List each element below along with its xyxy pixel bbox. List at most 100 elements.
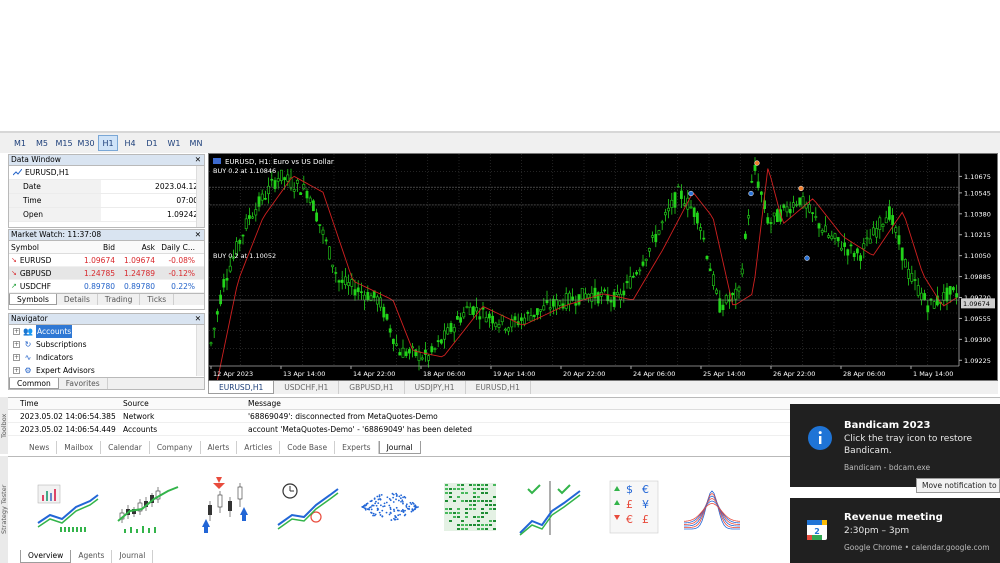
scatter-point [395, 506, 398, 509]
tab-journal[interactable]: Journal [112, 550, 154, 563]
ask-price: 1.24789 [123, 269, 155, 278]
candle-body [900, 247, 904, 261]
tab-company[interactable]: Company [150, 441, 201, 454]
scatter-point [396, 494, 398, 496]
candle-body [897, 235, 901, 245]
grid-cell [485, 500, 488, 502]
close-icon[interactable]: ✕ [195, 314, 204, 324]
expand-icon[interactable]: + [13, 367, 20, 374]
market-watch-row[interactable]: ↗ USDCHF 0.89780 0.89780 0.22% [9, 280, 204, 293]
tab-trading[interactable]: Trading [98, 294, 141, 305]
candle-body [433, 348, 437, 350]
grid-cell [481, 512, 484, 514]
timeframe-h4-button[interactable]: H4 [120, 135, 140, 151]
complete-algorithm-tile[interactable] [438, 477, 502, 537]
candle-body [651, 235, 655, 238]
tab-agents[interactable]: Agents [71, 550, 113, 563]
scatter-point [377, 498, 380, 501]
price-chart[interactable]: EURUSD, H1: Euro vs US Dollar BUY 0.2 at … [208, 153, 998, 412]
candle-body [580, 287, 584, 300]
candle-body [491, 315, 495, 324]
notification-calendar[interactable]: 2 Revenue meeting 2:30pm – 3pm Google Ch… [790, 498, 1000, 563]
candle-body [644, 258, 648, 261]
grid-cell [493, 528, 496, 530]
math-calculation-tile[interactable] [358, 477, 422, 537]
time-tick-label: 13 Apr 14:00 [283, 370, 325, 378]
scrollbar[interactable] [196, 166, 204, 227]
candle-body [635, 272, 639, 275]
timeframe-m1-button[interactable]: M1 [10, 135, 30, 151]
tab-overview[interactable]: Overview [20, 550, 72, 563]
tab-articles[interactable]: Articles [237, 441, 281, 454]
timeframe-h1-button[interactable]: H1 [98, 135, 118, 151]
tab-code-base[interactable]: Code Base [280, 441, 336, 454]
distribution-tile[interactable] [680, 477, 744, 537]
single-test-tile[interactable] [36, 477, 100, 537]
timeframe-m15-button[interactable]: M15 [54, 135, 74, 151]
candle-body [919, 292, 923, 301]
trade-marker[interactable] [748, 190, 754, 197]
chart-tab[interactable]: EURUSD,H1 [466, 381, 531, 394]
timeframe-m5-button[interactable]: M5 [32, 135, 52, 151]
timeframe-mn-button[interactable]: MN [186, 135, 206, 151]
tab-journal[interactable]: Journal [378, 441, 421, 454]
tab-symbols[interactable]: Symbols [9, 294, 57, 305]
scatter-point [378, 511, 381, 514]
candle-body [731, 292, 735, 296]
chart-tab[interactable]: EURUSD,H1 [208, 381, 275, 394]
daily-change: -0.08% [168, 256, 195, 265]
scatter-point [372, 514, 374, 517]
navigator-label: Indicators [36, 353, 74, 362]
candle-body [679, 190, 683, 199]
tab-news[interactable]: News [22, 441, 58, 454]
tab-mailbox[interactable]: Mailbox [57, 441, 102, 454]
candle-body [862, 243, 866, 250]
notification-bandicam[interactable]: Bandicam 2023 Click the tray icon to res… [790, 404, 1000, 487]
candle-body [228, 265, 232, 272]
navigator-item-subscriptions[interactable]: + ↻ Subscriptions [9, 338, 204, 351]
candle-body [408, 349, 411, 354]
market-watch-panel: Market Watch: 11:37:08 ✕ Symbol Bid Ask D… [8, 229, 205, 310]
navigator-item-expert-advisors[interactable]: + ⚙ Expert Advisors [9, 364, 204, 377]
bid-price: 1.09674 [83, 256, 115, 265]
candle-body [302, 184, 306, 190]
timeframe-m30-button[interactable]: M30 [76, 135, 96, 151]
scrollbar[interactable] [196, 325, 204, 376]
close-icon[interactable]: ✕ [195, 155, 204, 165]
tab-details[interactable]: Details [57, 294, 98, 305]
market-watch-row[interactable]: ↘ EURUSD 1.09674 1.09674 -0.08% [9, 254, 204, 267]
timeframe-w1-button[interactable]: W1 [164, 135, 184, 151]
tab-common[interactable]: Common [9, 378, 59, 389]
trade-marker[interactable] [798, 185, 804, 192]
trade-marker[interactable] [754, 160, 760, 166]
navigator-item-indicators[interactable]: + ∿ Indicators [9, 351, 204, 364]
time-tick-label: 20 Apr 22:00 [563, 370, 605, 378]
expand-icon[interactable]: + [13, 354, 20, 361]
chart-tab[interactable]: USDCHF,H1 [274, 381, 340, 394]
timeframe-d1-button[interactable]: D1 [142, 135, 162, 151]
trade-marker[interactable] [688, 190, 694, 197]
forward-test-tile[interactable] [518, 477, 582, 537]
tab-calendar[interactable]: Calendar [101, 441, 150, 454]
currency-test-tile[interactable]: $ € £ ¥ € £ [600, 477, 664, 537]
close-icon[interactable]: ✕ [195, 230, 204, 240]
optimization-test-tile[interactable] [276, 477, 340, 537]
tab-ticks[interactable]: Ticks [140, 294, 175, 305]
candle-body [440, 339, 443, 344]
expand-icon[interactable]: + [13, 341, 20, 348]
market-watch-row[interactable]: ↘ GBPUSD 1.24785 1.24789 -0.12% [9, 267, 204, 280]
daily-change: 0.22% [171, 282, 195, 291]
trade-marker[interactable] [804, 255, 810, 261]
chart-tab[interactable]: GBPUSD,H1 [339, 381, 405, 394]
tab-alerts[interactable]: Alerts [201, 441, 238, 454]
tab-favorites[interactable]: Favorites [59, 378, 108, 389]
candle-body [923, 293, 927, 301]
indicator-test-tile[interactable] [116, 477, 180, 537]
navigator-item-accounts[interactable]: + 👥 Accounts [9, 325, 204, 338]
tab-experts[interactable]: Experts [335, 441, 379, 454]
expand-icon[interactable]: + [13, 328, 20, 335]
visual-test-tile[interactable] [196, 477, 260, 537]
candlestick-chart[interactable]: EURUSD, H1: Euro vs US DollarBUY 0.2 at … [208, 154, 997, 412]
scatter-point [401, 508, 404, 511]
chart-tab[interactable]: USDJPY,H1 [405, 381, 466, 394]
